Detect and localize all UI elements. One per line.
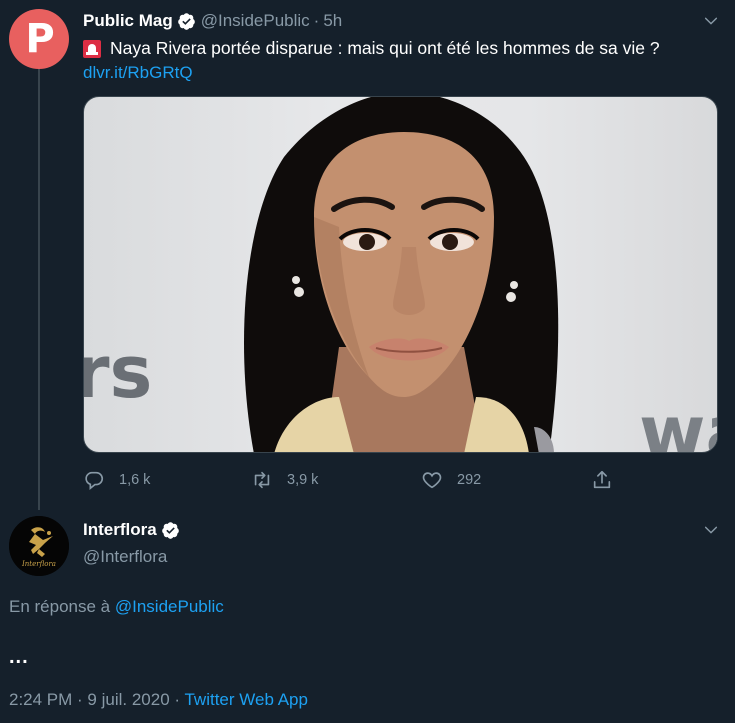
in-reply-prefix: En réponse à <box>9 597 111 616</box>
share-icon <box>593 470 611 489</box>
author-handle[interactable]: @InsidePublic <box>201 11 310 31</box>
retweet-icon <box>254 471 270 489</box>
in-reply-mention[interactable]: @InsidePublic <box>115 597 224 616</box>
like-icon <box>422 472 442 489</box>
chevron-down-icon[interactable] <box>703 522 719 538</box>
header-separator: · <box>313 11 320 30</box>
avatar-letter: P <box>25 16 55 62</box>
tweet-photo[interactable]: rs wa <box>83 96 718 453</box>
reply-button[interactable]: 1,6 k <box>83 466 150 494</box>
interflora-logo-text: Interflora <box>21 560 56 568</box>
meta-separator: · <box>174 690 181 709</box>
tweet-actions: 1,6 k 3,9 k 292 <box>83 466 623 494</box>
like-button[interactable]: 292 <box>421 466 481 494</box>
reply-author-handle[interactable]: @Interflora <box>83 547 167 567</box>
author-name[interactable]: Public Mag <box>83 11 173 31</box>
photo-sign-left: rs <box>84 330 152 414</box>
tweet-metadata: 2:24 PM · 9 juil. 2020 · Twitter Web App <box>9 690 308 710</box>
source-app[interactable]: Twitter Web App <box>184 690 307 709</box>
tweet-page: P Public Mag @InsidePublic · 5h Naya Riv… <box>0 0 735 723</box>
interflora-avatar[interactable]: Interflora <box>9 516 69 576</box>
reply-timestamp[interactable]: 2:24 PM · 9 juil. 2020 <box>9 690 170 709</box>
photo-sign-right: wa <box>639 390 718 453</box>
thread-connector-line <box>38 66 40 510</box>
retweet-count: 3,9 k <box>287 472 319 488</box>
interflora-logo: Interflora <box>9 516 69 576</box>
reply-text: ... <box>9 646 29 668</box>
share-button[interactable] <box>591 466 627 494</box>
reply-count: 1,6 k <box>119 472 151 488</box>
tweet-text: Naya Rivera portée disparue : mais qui o… <box>83 38 660 59</box>
chevron-down-icon[interactable] <box>703 13 719 29</box>
tweet-time[interactable]: 5h <box>323 11 342 31</box>
tweet-link[interactable]: dlvr.it/RbGRtQ <box>83 63 193 83</box>
public-mag-avatar[interactable]: P <box>9 9 69 69</box>
retweet-button[interactable]: 3,9 k <box>251 466 318 494</box>
reply-author-row: Interflora <box>83 520 185 540</box>
portrait-image: rs wa <box>84 97 718 453</box>
like-count: 292 <box>457 472 482 488</box>
reply-icon <box>85 471 104 490</box>
reply-author-name[interactable]: Interflora <box>83 520 157 540</box>
tweet-header: Public Mag @InsidePublic · 5h <box>83 10 342 32</box>
in-reply-to: En réponse à @InsidePublic <box>9 597 224 617</box>
siren-emoji-icon <box>83 39 101 58</box>
verified-badge-icon <box>177 12 195 30</box>
verified-badge-icon <box>161 521 179 539</box>
tweet-text-content: Naya Rivera portée disparue : mais qui o… <box>110 38 660 58</box>
